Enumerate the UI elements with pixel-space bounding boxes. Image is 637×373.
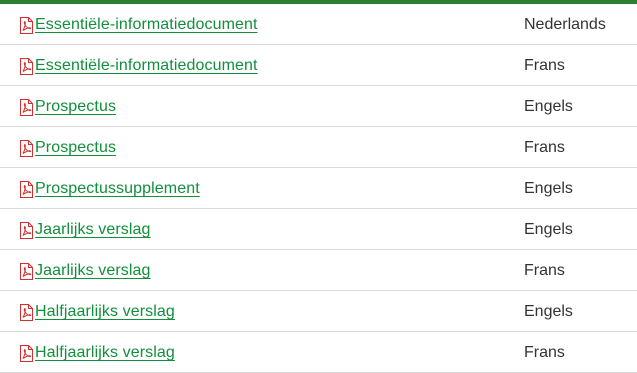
document-language: Frans [524,57,565,74]
document-row: Essentiële-informatiedocument Frans [0,45,637,86]
documents-table: Essentiële-informatiedocument Nederlands… [0,4,637,373]
document-title: Jaarlijks verslag [35,221,151,238]
pdf-icon [18,139,34,157]
document-title: Halfjaarlijks verslag [35,303,175,320]
document-link[interactable]: Prospectussupplement [18,180,200,198]
document-row: Prospectus Frans [0,127,637,168]
document-title: Prospectus [35,139,117,156]
pdf-icon [18,180,34,198]
document-language: Engels [524,221,573,238]
document-link[interactable]: Essentiële-informatiedocument [18,57,258,75]
document-title: Jaarlijks verslag [35,262,151,279]
document-row: Jaarlijks verslag Frans [0,250,637,291]
document-language: Frans [524,139,565,156]
pdf-icon [18,57,34,75]
document-title: Prospectus [35,98,117,115]
document-language: Engels [524,98,573,115]
document-link[interactable]: Halfjaarlijks verslag [18,344,175,362]
document-link[interactable]: Essentiële-informatiedocument [18,16,258,34]
document-language: Frans [524,344,565,361]
document-link[interactable]: Prospectus [18,139,116,157]
document-row: Prospectus Engels [0,86,637,127]
document-row: Essentiële-informatiedocument Nederlands [0,4,637,45]
pdf-icon [18,303,34,321]
document-title: Essentiële-informatiedocument [35,16,258,33]
document-language: Frans [524,262,565,279]
document-language: Nederlands [524,16,606,33]
document-language: Engels [524,180,573,197]
pdf-icon [18,16,34,34]
document-row: Halfjaarlijks verslag Engels [0,291,637,332]
document-title: Essentiële-informatiedocument [35,57,258,74]
pdf-icon [18,262,34,280]
document-row: Jaarlijks verslag Engels [0,209,637,250]
document-language: Engels [524,303,573,320]
pdf-icon [18,221,34,239]
document-link[interactable]: Jaarlijks verslag [18,221,151,239]
document-link[interactable]: Halfjaarlijks verslag [18,303,175,321]
document-link[interactable]: Jaarlijks verslag [18,262,151,280]
pdf-icon [18,98,34,116]
document-title: Halfjaarlijks verslag [35,344,175,361]
pdf-icon [18,344,34,362]
document-title: Prospectussupplement [35,180,200,197]
document-link[interactable]: Prospectus [18,98,116,116]
document-row: Prospectussupplement Engels [0,168,637,209]
document-row: Halfjaarlijks verslag Frans [0,332,637,373]
